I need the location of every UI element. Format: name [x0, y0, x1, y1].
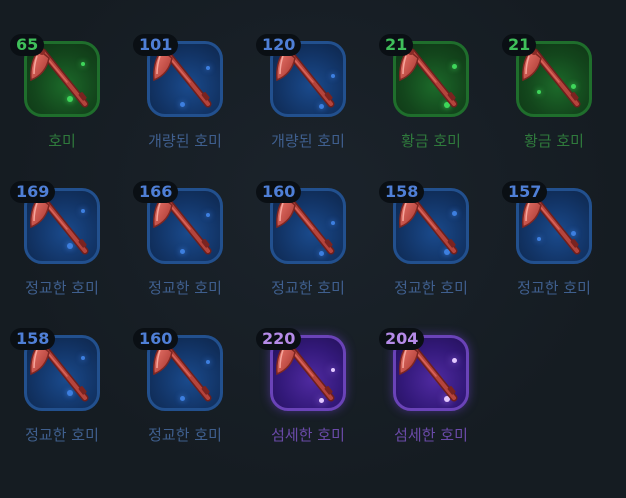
item-name: 섬세한 호미 [394, 426, 468, 444]
level-badge: 204 [379, 328, 425, 350]
item-name: 정교한 호미 [394, 279, 468, 297]
item-name: 정교한 호미 [25, 426, 99, 444]
item-name: 호미 [48, 132, 76, 150]
inventory-slot-14[interactable]: 204 섬세한 호미 [379, 328, 479, 458]
inventory-slot-4[interactable]: 21 황금 호미 [379, 34, 479, 164]
level-badge: 101 [133, 34, 179, 56]
inventory-slot-6[interactable]: 169 정교한 호미 [10, 181, 110, 311]
item-name: 정교한 호미 [148, 279, 222, 297]
item-name: 정교한 호미 [517, 279, 591, 297]
item-name: 섬세한 호미 [271, 426, 345, 444]
item-name: 정교한 호미 [25, 279, 99, 297]
level-badge: 160 [133, 328, 179, 350]
level-badge: 160 [256, 181, 302, 203]
inventory-slot-12[interactable]: 160 정교한 호미 [133, 328, 233, 458]
inventory-slot-11[interactable]: 158 정교한 호미 [10, 328, 110, 458]
inventory-slot-2[interactable]: 101 개량된 호미 [133, 34, 233, 164]
inventory-slot-7[interactable]: 166 정교한 호미 [133, 181, 233, 311]
level-badge: 158 [10, 328, 56, 350]
level-badge: 169 [10, 181, 56, 203]
inventory-slot-3[interactable]: 120 개량된 호미 [256, 34, 356, 164]
item-name: 정교한 호미 [148, 426, 222, 444]
inventory-slot-5[interactable]: 21 황금 호미 [502, 34, 602, 164]
level-badge: 65 [10, 34, 45, 56]
level-badge: 21 [502, 34, 537, 56]
level-badge: 120 [256, 34, 302, 56]
level-badge: 157 [502, 181, 548, 203]
level-badge: 21 [379, 34, 414, 56]
inventory-slot-9[interactable]: 158 정교한 호미 [379, 181, 479, 311]
level-badge: 158 [379, 181, 425, 203]
level-badge: 166 [133, 181, 179, 203]
inventory-slot-13[interactable]: 220 섬세한 호미 [256, 328, 356, 458]
item-name: 개량된 호미 [271, 132, 345, 150]
inventory-grid: 65 호미 101 개량된 호미 120 개량된 호미 21 황금 호미 21 … [0, 0, 626, 498]
item-name: 황금 호미 [524, 132, 584, 150]
inventory-slot-8[interactable]: 160 정교한 호미 [256, 181, 356, 311]
inventory-slot-1[interactable]: 65 호미 [10, 34, 110, 164]
level-badge: 220 [256, 328, 302, 350]
item-name: 개량된 호미 [148, 132, 222, 150]
item-name: 황금 호미 [401, 132, 461, 150]
inventory-slot-10[interactable]: 157 정교한 호미 [502, 181, 602, 311]
item-name: 정교한 호미 [271, 279, 345, 297]
